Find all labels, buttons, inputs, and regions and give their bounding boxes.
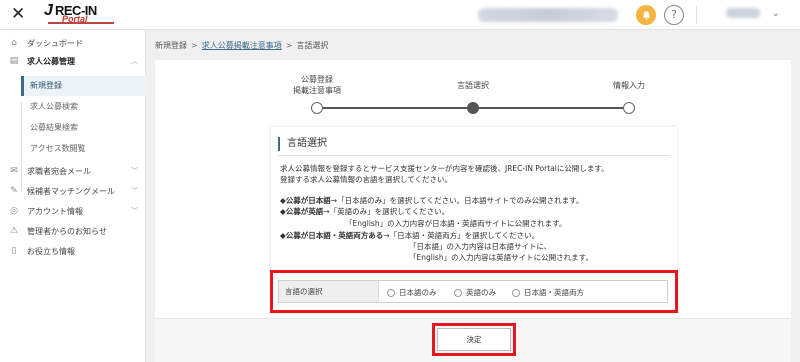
sidebar-item-dashboard[interactable]: ⌂ ダッシュボード bbox=[0, 34, 146, 52]
chevron-down-icon: ﹀ bbox=[131, 207, 138, 215]
intro-text-1: 求人公募情報を登録するとサービス支援センターが内容を確認後、JREC-IN Po… bbox=[280, 164, 609, 173]
highlight-box-language bbox=[270, 270, 678, 313]
sidebar-item-job-management[interactable]: ▤ 求人公募管理 ︿ bbox=[0, 52, 146, 70]
sidebar: ⌂ ダッシュボード ▤ 求人公募管理 ︿ 新規登録 求人公募検索 公募結果検索 … bbox=[0, 30, 146, 362]
sidebar-item-useful-info[interactable]: ▯ お役立ち情報 bbox=[0, 242, 146, 260]
sidebar-item-matching-mail[interactable]: ✎ 候補者マッチングメール ﹀ bbox=[0, 182, 146, 200]
book-icon: ▯ bbox=[11, 246, 17, 256]
step-label-language: 言語選択 bbox=[457, 81, 489, 90]
mail-icon: ✉ bbox=[10, 166, 18, 176]
blurred-account-name[interactable] bbox=[726, 8, 760, 18]
rule-english: ◆公募が英語→「英語のみ」を選択してください。 bbox=[280, 207, 450, 216]
sidebar-subitem-job-search[interactable]: 求人公募検索 bbox=[21, 97, 146, 117]
sidebar-subitem-access-count[interactable]: アクセス数閲覧 bbox=[21, 139, 146, 159]
app-header: ✕ J REC-IN Portal ? ⌄ bbox=[0, 0, 800, 30]
breadcrumb-current: 言語選択 bbox=[296, 41, 329, 50]
sidebar-item-admin-notices[interactable]: ⚠ 管理者からのお知らせ bbox=[0, 222, 146, 240]
step-dot-language-current bbox=[467, 102, 479, 114]
breadcrumb: 新規登録 > 求人公募掲載注意事項 > 言語選択 bbox=[155, 41, 329, 50]
account-icon: ◎ bbox=[10, 206, 18, 216]
rule-both-note-2: 「English」の入力内容は英語サイトに公開されます。 bbox=[409, 253, 593, 262]
sidebar-item-seeker-mail[interactable]: ✉ 求職者宛会メール ﹀ bbox=[0, 162, 146, 180]
rule-both: ◆公募が日本語・英語両方ある→「日本語・英語両方」を選択してください。 bbox=[280, 231, 540, 240]
blurred-user-info bbox=[478, 8, 618, 22]
sidebar-subitem-new-registration[interactable]: 新規登録 bbox=[21, 76, 146, 96]
breadcrumb-notice-link[interactable]: 求人公募掲載注意事項 bbox=[202, 41, 282, 50]
home-icon: ⌂ bbox=[11, 38, 17, 48]
rule-both-note-1: 「日本語」の入力内容は日本語サイトに、 bbox=[409, 242, 552, 251]
rule-english-note: 「English」の入力内容が日本語・英語両サイトに公開されます。 bbox=[345, 219, 567, 228]
step-dot-notice bbox=[311, 102, 323, 114]
help-icon[interactable]: ? bbox=[664, 5, 684, 25]
rule-japanese: ◆公募が日本語→「日本語のみ」を選択してください。日本語サイトでのみ公開されます… bbox=[280, 196, 584, 205]
match-icon: ✎ bbox=[10, 186, 18, 196]
breadcrumb-new-registration: 新規登録 bbox=[155, 41, 187, 50]
notification-bell-icon[interactable] bbox=[636, 5, 656, 25]
chevron-down-icon: ﹀ bbox=[131, 167, 138, 175]
sidebar-item-account[interactable]: ◎ アカウント情報 ﹀ bbox=[0, 202, 146, 220]
highlight-box-submit bbox=[432, 323, 516, 356]
intro-text-2: 登録する求人公募情報の言語を選択してください。 bbox=[280, 175, 453, 184]
warning-icon: ⚠ bbox=[9, 226, 19, 236]
step-dot-input bbox=[623, 102, 635, 114]
chevron-down-icon[interactable]: ⌄ bbox=[772, 9, 780, 19]
jrec-in-logo[interactable]: J REC-IN Portal bbox=[44, 2, 116, 27]
step-label-input: 情報入力 bbox=[613, 81, 645, 90]
close-icon[interactable]: ✕ bbox=[11, 4, 25, 24]
job-icon: ▤ bbox=[9, 56, 19, 66]
sidebar-subitem-result-search[interactable]: 公募結果検索 bbox=[21, 118, 146, 138]
chevron-down-icon: ﹀ bbox=[131, 187, 138, 195]
card-title: 言語選択 bbox=[278, 137, 327, 151]
header-divider bbox=[696, 6, 697, 24]
title-divider bbox=[278, 155, 670, 156]
chevron-up-icon: ︿ bbox=[131, 57, 138, 65]
step-label-notice: 公募登録 掲載注意事項 bbox=[293, 75, 341, 95]
